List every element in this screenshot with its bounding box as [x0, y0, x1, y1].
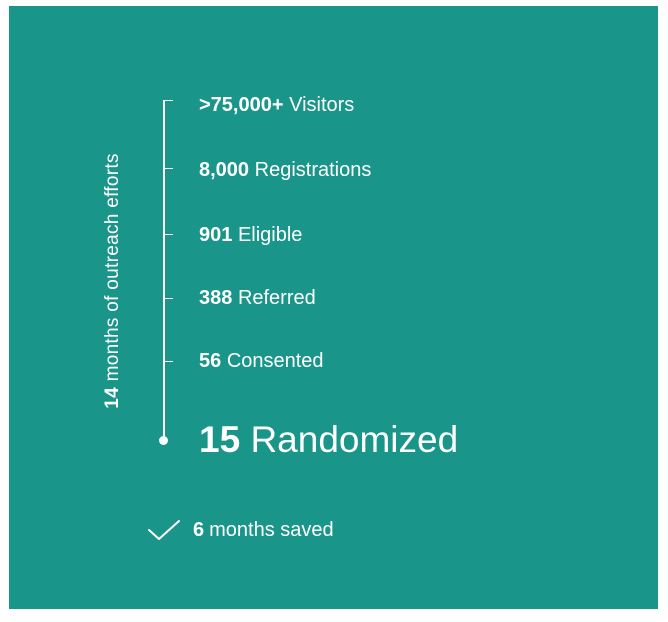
step-label: Eligible	[237, 224, 303, 246]
funnel-step-eligible: 901 Eligible	[199, 223, 302, 247]
checkmark-icon	[148, 520, 180, 540]
step-number: 901	[199, 224, 233, 246]
time-saved-callout: 6 months saved	[147, 518, 334, 542]
funnel-step-consented: 56 Consented	[199, 349, 324, 373]
saved-months-number: 6	[193, 518, 205, 541]
step-label: Consented	[226, 350, 324, 372]
timeline-tick	[165, 168, 173, 169]
funnel-step-visitors: >75,000+ Visitors	[199, 93, 354, 117]
step-number: 56	[199, 350, 222, 372]
step-label: Referred	[237, 287, 316, 309]
outreach-summary-panel: 14 months of outreach efforts >75,000+ V…	[9, 6, 658, 609]
outreach-duration-label: 14 months of outreach efforts	[102, 153, 124, 409]
timeline-tick	[165, 298, 173, 299]
timeline-tick	[165, 361, 173, 362]
step-label: Visitors	[289, 94, 355, 116]
step-number: 8,000	[199, 159, 250, 181]
timeline-tick	[165, 234, 173, 235]
step-number: 15	[199, 419, 241, 460]
funnel-step-randomized: 15 Randomized	[199, 418, 458, 462]
saved-months-text: months saved	[209, 518, 334, 541]
step-label: Randomized	[250, 419, 459, 460]
funnel-step-referred: 388 Referred	[199, 286, 316, 310]
outreach-months-number: 14	[102, 387, 123, 409]
step-label: Registrations	[254, 159, 372, 181]
timeline-end-dot	[159, 436, 168, 445]
step-number: >75,000+	[199, 94, 284, 116]
outreach-months-text: months of outreach efforts	[102, 153, 123, 382]
funnel-step-registrations: 8,000 Registrations	[199, 158, 371, 182]
timeline-tick	[165, 100, 173, 101]
timeline-line	[163, 100, 165, 440]
step-number: 388	[199, 287, 233, 309]
